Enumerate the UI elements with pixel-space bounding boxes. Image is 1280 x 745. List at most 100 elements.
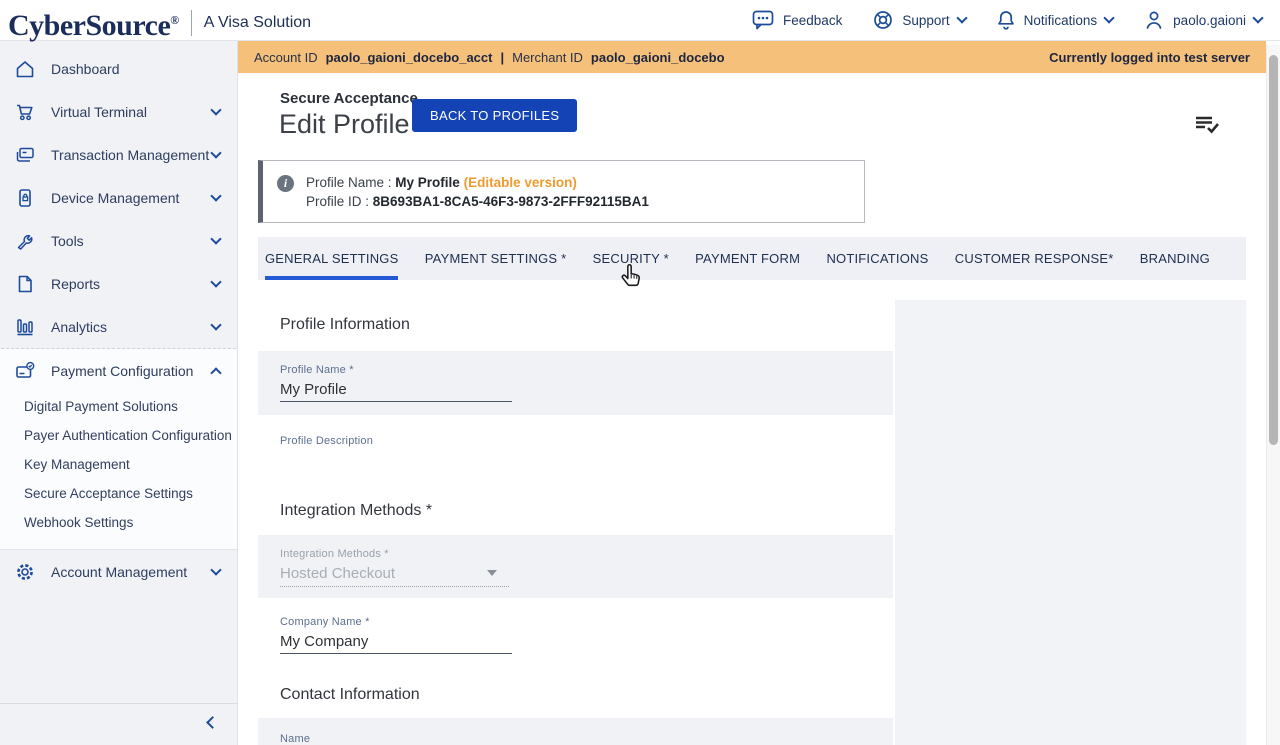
page-title: Edit Profile bbox=[279, 109, 410, 140]
account-id-value: paolo_gaioni_docebo_acct bbox=[326, 50, 493, 65]
chevron-down-icon bbox=[1104, 12, 1115, 23]
profile-name-label: Profile Name * bbox=[280, 364, 893, 376]
wrench-icon bbox=[14, 230, 36, 252]
account-context-bar: Account ID paolo_gaioni_docebo_acct | Me… bbox=[238, 41, 1266, 73]
app-header: CyberSource® A Visa Solution Feedback Su… bbox=[0, 0, 1280, 41]
gear-icon bbox=[14, 561, 36, 583]
sidebar-footer bbox=[0, 703, 237, 745]
brand: CyberSource® A Visa Solution bbox=[8, 2, 311, 44]
sidebar-item-tools[interactable]: Tools bbox=[0, 219, 237, 262]
sidebar-item-label: Tools bbox=[51, 233, 84, 249]
profile-name-value: My Profile bbox=[395, 175, 460, 190]
device-icon bbox=[14, 187, 36, 209]
tab-customer-response[interactable]: CUSTOMER RESPONSE* bbox=[955, 237, 1114, 280]
sidebar-item-label: Device Management bbox=[51, 190, 179, 206]
bar-chart-icon bbox=[14, 316, 36, 338]
brand-divider bbox=[191, 10, 192, 36]
mouse-cursor-icon bbox=[617, 263, 644, 293]
merchant-id-value: paolo_gaioni_docebo bbox=[591, 50, 725, 65]
chevron-down-icon bbox=[956, 12, 967, 23]
company-name-label: Company Name * bbox=[280, 616, 893, 628]
cart-icon bbox=[14, 101, 36, 123]
feedback-label: Feedback bbox=[783, 13, 842, 28]
section-eyebrow: Secure Acceptance bbox=[280, 90, 418, 107]
chevron-down-icon bbox=[210, 190, 221, 201]
support-icon bbox=[872, 9, 894, 31]
profile-description-field-row: Profile Description bbox=[258, 415, 893, 483]
content-right-panel bbox=[895, 300, 1246, 745]
integration-methods-label: Integration Methods * bbox=[280, 548, 893, 560]
feedback-button[interactable]: Feedback bbox=[751, 9, 842, 31]
document-icon bbox=[14, 273, 36, 295]
sidebar-item-webhook-settings[interactable]: Webhook Settings bbox=[0, 508, 237, 537]
cybersource-logo: CyberSource® bbox=[8, 2, 179, 44]
chevron-down-icon bbox=[210, 147, 221, 158]
dropdown-caret-icon bbox=[487, 570, 497, 576]
main-content: Secure Acceptance Edit Profile BACK TO P… bbox=[238, 73, 1266, 745]
contact-information-header: Contact Information bbox=[258, 667, 893, 718]
sidebar-item-key-management[interactable]: Key Management bbox=[0, 450, 237, 479]
chevron-down-icon bbox=[1252, 12, 1263, 23]
sidebar-item-reports[interactable]: Reports bbox=[0, 262, 237, 305]
tab-payment-form[interactable]: PAYMENT FORM bbox=[695, 237, 800, 280]
profile-info-banner: i Profile Name : My Profile (Editable ve… bbox=[258, 160, 865, 223]
editable-version-note: (Editable version) bbox=[464, 175, 577, 190]
contact-name-label: Name bbox=[280, 733, 893, 745]
chevron-up-icon bbox=[210, 367, 221, 378]
general-settings-panel: Profile Information Profile Name * Profi… bbox=[238, 297, 1266, 745]
integration-methods-value: Hosted Checkout bbox=[280, 565, 395, 582]
scrollbar-thumb[interactable] bbox=[1269, 55, 1278, 445]
sidebar-item-digital-payment-solutions[interactable]: Digital Payment Solutions bbox=[0, 392, 237, 421]
chevron-down-icon bbox=[210, 564, 221, 575]
task-list-check-icon[interactable] bbox=[1194, 113, 1220, 137]
sidebar-item-label: Analytics bbox=[51, 319, 107, 335]
profile-name-line: Profile Name : My Profile (Editable vers… bbox=[306, 173, 649, 192]
collapse-sidebar-icon[interactable] bbox=[206, 716, 219, 729]
chevron-down-icon bbox=[210, 233, 221, 244]
tab-branding[interactable]: BRANDING bbox=[1140, 237, 1210, 280]
integration-methods-select[interactable]: Hosted Checkout bbox=[280, 560, 509, 587]
integration-methods-header: Integration Methods * bbox=[258, 483, 893, 535]
card-check-icon bbox=[14, 360, 36, 382]
sidebar-item-transaction-management[interactable]: Transaction Management bbox=[0, 133, 237, 176]
sidebar-item-device-management[interactable]: Device Management bbox=[0, 176, 237, 219]
sidebar-item-payment-configuration[interactable]: Payment Configuration bbox=[0, 349, 237, 392]
sidebar-item-label: Payment Configuration bbox=[51, 363, 193, 379]
settings-tab-bar: GENERAL SETTINGS PAYMENT SETTINGS * SECU… bbox=[258, 237, 1246, 280]
sidebar-item-secure-acceptance-settings[interactable]: Secure Acceptance Settings bbox=[0, 479, 237, 508]
profile-id-value: 8B693BA1-8CA5-46F3-9873-2FFF92115BA1 bbox=[373, 194, 649, 209]
support-label: Support bbox=[902, 13, 949, 28]
sidebar-item-dashboard[interactable]: Dashboard bbox=[0, 47, 237, 90]
back-to-profiles-button[interactable]: BACK TO PROFILES bbox=[412, 99, 577, 132]
sidebar-item-account-management[interactable]: Account Management bbox=[0, 550, 237, 593]
contact-name-field-row: Name bbox=[258, 718, 893, 745]
test-server-badge: Currently logged into test server bbox=[1049, 50, 1250, 65]
profile-name-input[interactable] bbox=[280, 376, 512, 402]
profile-id-line: Profile ID : 8B693BA1-8CA5-46F3-9873-2FF… bbox=[306, 192, 649, 211]
notifications-label: Notifications bbox=[1024, 13, 1098, 28]
sidebar: Dashboard Virtual Terminal Transaction M… bbox=[0, 41, 238, 745]
sidebar-item-label: Account Management bbox=[51, 564, 187, 580]
feedback-icon bbox=[751, 9, 775, 31]
header-actions: Feedback Support Notifications paolo.gai… bbox=[751, 0, 1262, 40]
company-name-input[interactable] bbox=[280, 628, 512, 654]
tab-general-settings[interactable]: GENERAL SETTINGS bbox=[265, 237, 398, 280]
username-label: paolo.gaioni bbox=[1173, 13, 1246, 28]
chevron-down-icon bbox=[210, 104, 221, 115]
tab-payment-settings[interactable]: PAYMENT SETTINGS * bbox=[425, 237, 567, 280]
sidebar-item-payer-authentication-configuration[interactable]: Payer Authentication Configuration bbox=[0, 421, 237, 450]
profile-information-header: Profile Information bbox=[258, 297, 893, 351]
sidebar-item-analytics[interactable]: Analytics bbox=[0, 305, 237, 348]
profile-form-card: Profile Information Profile Name * Profi… bbox=[258, 297, 893, 745]
sidebar-item-label: Transaction Management bbox=[51, 147, 209, 163]
account-merchant-ids: Account ID paolo_gaioni_docebo_acct | Me… bbox=[254, 50, 725, 65]
user-menu[interactable]: paolo.gaioni bbox=[1143, 9, 1262, 31]
sidebar-item-label: Dashboard bbox=[51, 61, 120, 77]
merchant-id-label: Merchant ID bbox=[512, 50, 583, 65]
notifications-menu[interactable]: Notifications bbox=[996, 9, 1114, 31]
tab-notifications[interactable]: NOTIFICATIONS bbox=[826, 237, 928, 280]
vertical-scrollbar[interactable] bbox=[1266, 45, 1280, 745]
sidebar-item-label: Virtual Terminal bbox=[51, 104, 147, 120]
sidebar-item-virtual-terminal[interactable]: Virtual Terminal bbox=[0, 90, 237, 133]
support-menu[interactable]: Support bbox=[872, 9, 965, 31]
